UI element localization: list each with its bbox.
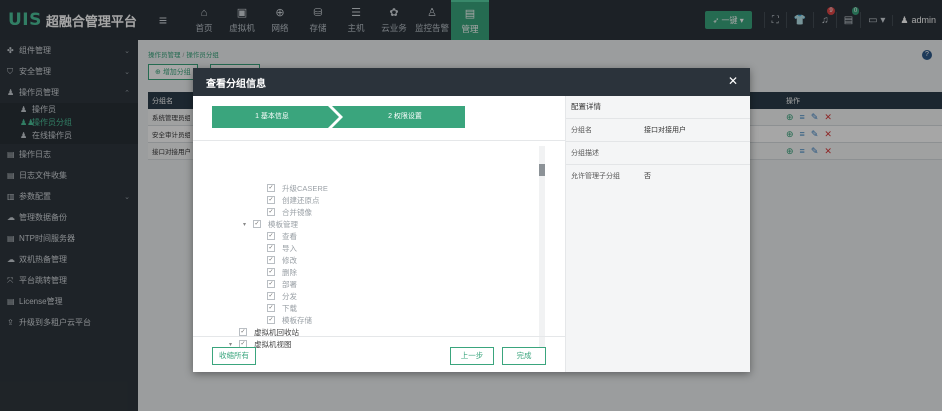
- tree-node[interactable]: ✓ 修改: [223, 254, 543, 266]
- tree-node-label: 修改: [282, 255, 297, 265]
- details-title: 配置详情: [571, 102, 601, 111]
- config-details-pane: 配置详情 分组名 接口对接用户 分组描述 允许管理子分组 否: [565, 96, 750, 372]
- tree-node[interactable]: ✓ 合并镜像: [223, 206, 543, 218]
- tree-node[interactable]: ▾ ✓ 虚拟机视图: [223, 338, 543, 350]
- detail-value: 否: [644, 173, 651, 180]
- done-button[interactable]: 完成: [502, 347, 546, 365]
- permission-pane: 1 基本信息 2 权限设置 ✓ 升级CASERE ✓ 创建还原点 ✓ 合并镜像 ▾ ✓ 模板管理…: [193, 96, 565, 372]
- detail-row: 分组描述: [566, 141, 750, 164]
- checkbox[interactable]: ✓: [267, 244, 275, 252]
- dialog-header: 查看分组信息: [193, 68, 750, 96]
- detail-row: 分组名 接口对接用户: [566, 118, 750, 141]
- step-basic-info[interactable]: 1 基本信息: [212, 106, 332, 128]
- divider: [193, 140, 565, 141]
- tree-node-label: 模板管理: [268, 219, 298, 229]
- tree-node[interactable]: ✓ 下载: [223, 302, 543, 314]
- checkbox[interactable]: ✓: [267, 196, 275, 204]
- divider: [193, 336, 565, 337]
- step-permissions[interactable]: 2 权限设置: [345, 106, 465, 128]
- tree-node-label: 查看: [282, 231, 297, 241]
- tree-node[interactable]: ✓ 查看: [223, 230, 543, 242]
- tree-node-label: 模板存储: [282, 315, 312, 325]
- previous-button[interactable]: 上一步: [450, 347, 494, 365]
- tree-node[interactable]: ✓ 分发: [223, 290, 543, 302]
- detail-row: 允许管理子分组 否: [566, 164, 750, 187]
- detail-value: 接口对接用户: [644, 127, 686, 134]
- tree-node-label: 删除: [282, 267, 297, 277]
- tree-node[interactable]: ✓ 部署: [223, 278, 543, 290]
- view-group-dialog: 查看分组信息 ✕ 1 基本信息 2 权限设置 ✓ 升级CASERE ✓ 创建还原点 ✓ 合…: [193, 68, 750, 372]
- tree-scrollbar[interactable]: [539, 146, 545, 354]
- dialog-title: 查看分组信息: [206, 78, 266, 90]
- tree-node-label: 下载: [282, 303, 297, 313]
- tree-node-label: 创建还原点: [282, 195, 320, 205]
- tree-node-label: 虚拟机视图: [254, 339, 292, 349]
- detail-key: 分组描述: [571, 150, 599, 157]
- wizard-steps: 1 基本信息 2 权限设置: [212, 106, 465, 128]
- scrollbar-thumb[interactable]: [539, 164, 545, 176]
- tree-node[interactable]: ▾ ✓ 模板管理: [223, 218, 543, 230]
- tree-node-label: 部署: [282, 279, 297, 289]
- checkbox[interactable]: ✓: [267, 292, 275, 300]
- checkbox[interactable]: ✓: [267, 232, 275, 240]
- permission-tree-list: ✓ 升级CASERE ✓ 创建还原点 ✓ 合并镜像 ▾ ✓ 模板管理 ✓ 查看 ✓ 导入 ✓ 修改 ✓ 删除 ✓ 部…: [223, 182, 543, 350]
- checkbox[interactable]: ✓: [267, 280, 275, 288]
- tree-node-label: 合并镜像: [282, 207, 312, 217]
- tree-node[interactable]: ✓ 导入: [223, 242, 543, 254]
- permission-tree: ✓ 升级CASERE ✓ 创建还原点 ✓ 合并镜像 ▾ ✓ 模板管理 ✓ 查看 ✓ 导入 ✓ 修改 ✓ 删除 ✓ 部…: [223, 148, 543, 356]
- checkbox[interactable]: ✓: [267, 184, 275, 192]
- tree-node-label: 升级CASERE: [282, 183, 328, 193]
- checkbox[interactable]: ✓: [267, 208, 275, 216]
- tree-node[interactable]: ✓ 模板存储: [223, 314, 543, 326]
- tree-node[interactable]: ✓ 创建还原点: [223, 194, 543, 206]
- detail-key: 分组名: [571, 127, 592, 134]
- close-icon[interactable]: ✕: [728, 74, 738, 88]
- checkbox[interactable]: ✓: [267, 268, 275, 276]
- checkbox[interactable]: ✓: [239, 328, 247, 336]
- checkbox[interactable]: ✓: [267, 256, 275, 264]
- checkbox[interactable]: ✓: [267, 304, 275, 312]
- tree-node-label: 导入: [282, 243, 297, 253]
- detail-key: 允许管理子分组: [571, 173, 620, 180]
- checkbox[interactable]: ✓: [267, 316, 275, 324]
- checkbox[interactable]: ✓: [253, 220, 261, 228]
- tree-node[interactable]: ✓ 升级CASERE: [223, 182, 543, 194]
- expand-toggle-icon[interactable]: ▾: [243, 221, 246, 228]
- tree-node-label: 分发: [282, 291, 297, 301]
- collapse-all-button[interactable]: 收缩所有: [212, 347, 256, 365]
- tree-node[interactable]: ✓ 删除: [223, 266, 543, 278]
